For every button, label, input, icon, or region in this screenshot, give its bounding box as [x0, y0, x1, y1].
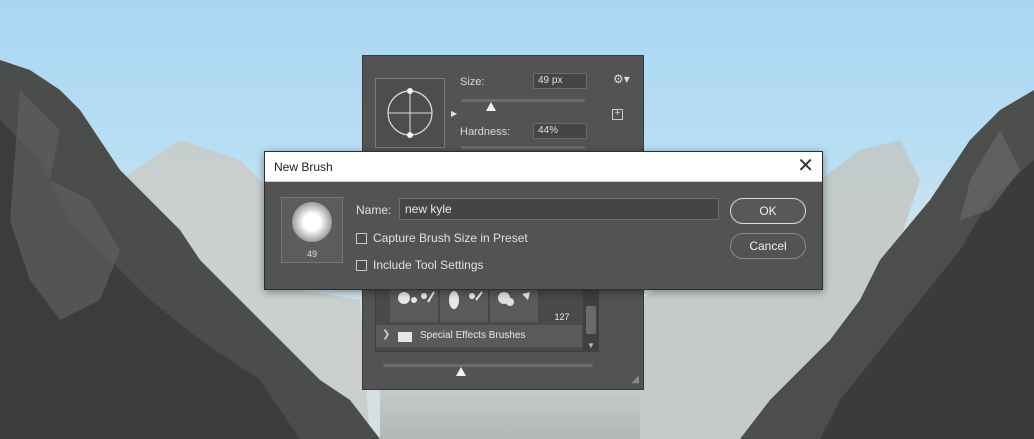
- dialog-title: New Brush: [274, 160, 333, 174]
- chevron-down-icon[interactable]: ▼: [587, 341, 595, 350]
- preset-list: 60 100 127 ❯ Special Effects Brushes: [375, 284, 599, 352]
- preset-size-label: 127: [554, 312, 570, 322]
- include-tool-settings-checkbox[interactable]: [356, 260, 367, 271]
- capture-size-checkbox[interactable]: [356, 233, 367, 244]
- brush-angle-preview[interactable]: [375, 78, 445, 148]
- drop-brush-icon: [449, 291, 483, 309]
- angle-handle-arrow-icon[interactable]: ▶: [451, 109, 457, 118]
- soft-round-brush-icon: [292, 202, 332, 242]
- gear-icon[interactable]: ⚙▾: [613, 72, 630, 86]
- new-brush-dialog: New Brush ✕ 49 Name: Capture Brush Size …: [264, 151, 823, 290]
- close-icon[interactable]: ✕: [797, 155, 814, 177]
- brush-roundness-icon: [387, 88, 433, 138]
- size-field[interactable]: 49 px: [533, 73, 587, 89]
- include-tool-settings-label[interactable]: Include Tool Settings: [373, 258, 484, 272]
- preview-size-slider-track[interactable]: [383, 364, 593, 367]
- size-slider-thumb[interactable]: [486, 102, 496, 111]
- splatter-brush-icon: [398, 291, 435, 304]
- preview-size-slider-thumb[interactable]: [456, 367, 466, 376]
- scrollbar-thumb[interactable]: [586, 306, 596, 334]
- size-label: Size:: [460, 76, 485, 88]
- ok-button[interactable]: OK: [730, 198, 806, 224]
- spray-brush-icon: [498, 292, 530, 306]
- folder-icon: [398, 332, 412, 342]
- cancel-button[interactable]: Cancel: [730, 233, 806, 259]
- new-preset-icon[interactable]: +: [612, 109, 623, 120]
- hardness-field[interactable]: 44%: [533, 123, 587, 139]
- brush-tip-preview: 49: [281, 197, 343, 263]
- hardness-slider-track[interactable]: [461, 146, 585, 149]
- chevron-right-icon[interactable]: ❯: [382, 329, 390, 340]
- size-slider-track[interactable]: [461, 99, 585, 102]
- capture-size-label[interactable]: Capture Brush Size in Preset: [373, 231, 528, 245]
- preset-scrollbar[interactable]: ▼: [583, 284, 599, 352]
- name-label: Name:: [356, 203, 392, 217]
- hardness-label: Hardness:: [460, 126, 511, 138]
- folder-label: Special Effects Brushes: [420, 330, 526, 341]
- brush-size-label: 49: [306, 249, 317, 259]
- brush-name-input[interactable]: [399, 198, 719, 220]
- preset-folder-row[interactable]: ❯ Special Effects Brushes: [376, 325, 582, 347]
- dialog-titlebar[interactable]: New Brush ✕: [265, 152, 822, 182]
- preset-thumb-127[interactable]: 127: [490, 288, 570, 322]
- preset-thumb-100[interactable]: 100: [440, 288, 520, 322]
- resize-grip-icon[interactable]: ◢: [631, 374, 639, 385]
- preset-thumb-60[interactable]: 60: [390, 288, 467, 322]
